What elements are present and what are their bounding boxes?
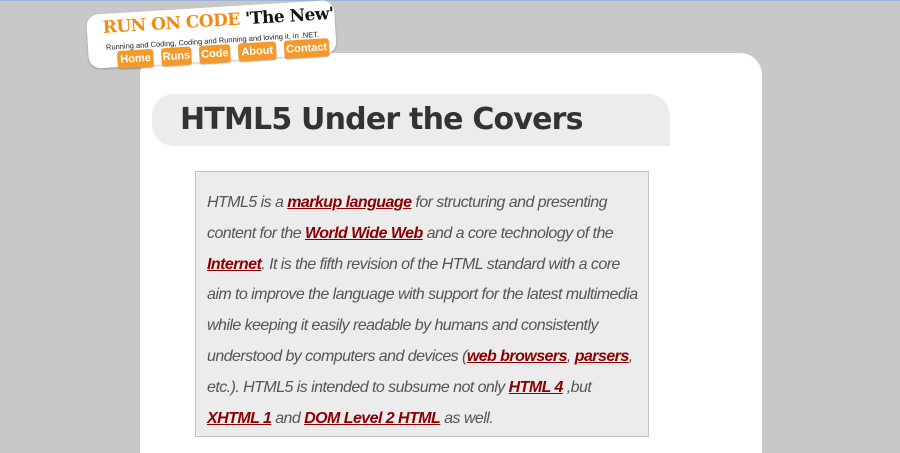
- article-link-world-wide-web[interactable]: World Wide Web: [305, 225, 423, 242]
- nav-about[interactable]: About: [237, 41, 277, 62]
- article-text-segment: and: [271, 409, 305, 427]
- page-title: HTML5 Under the Covers: [180, 102, 584, 137]
- article-text-segment: ,: [566, 347, 575, 365]
- nav-code[interactable]: Code: [198, 44, 231, 64]
- article-link-dom-level-2-html[interactable]: DOM Level 2 HTML: [304, 410, 441, 427]
- article-text-segment: and a core technology of the: [422, 224, 614, 242]
- article-link-html-4[interactable]: HTML 4: [509, 379, 564, 396]
- article-paragraph: HTML5 is a markup language for structuri…: [207, 188, 642, 434]
- article-text-segment: HTML5 is a: [207, 194, 288, 211]
- article-link-xhtml-1[interactable]: XHTML 1: [207, 410, 272, 427]
- nav-home[interactable]: Home: [117, 48, 155, 69]
- article-link-internet[interactable]: Internet: [207, 256, 262, 273]
- article-quote-box: HTML5 is a markup language for structuri…: [195, 171, 649, 437]
- article-link-markup-language[interactable]: markup language: [287, 194, 412, 211]
- article-link-parsers[interactable]: parsers: [575, 348, 630, 365]
- nav-contact[interactable]: Contact: [283, 38, 330, 59]
- article-text-segment: as well.: [440, 409, 494, 427]
- main-nav: Home Runs Code About Contact: [117, 38, 330, 75]
- logo-title-sub: 'The New': [244, 3, 335, 30]
- nav-runs[interactable]: Runs: [160, 46, 192, 67]
- article-text-segment: ,but: [562, 378, 592, 396]
- logo-title-main: RUN ON CODE: [102, 9, 241, 38]
- article-link-web-browsers[interactable]: web browsers: [467, 348, 568, 365]
